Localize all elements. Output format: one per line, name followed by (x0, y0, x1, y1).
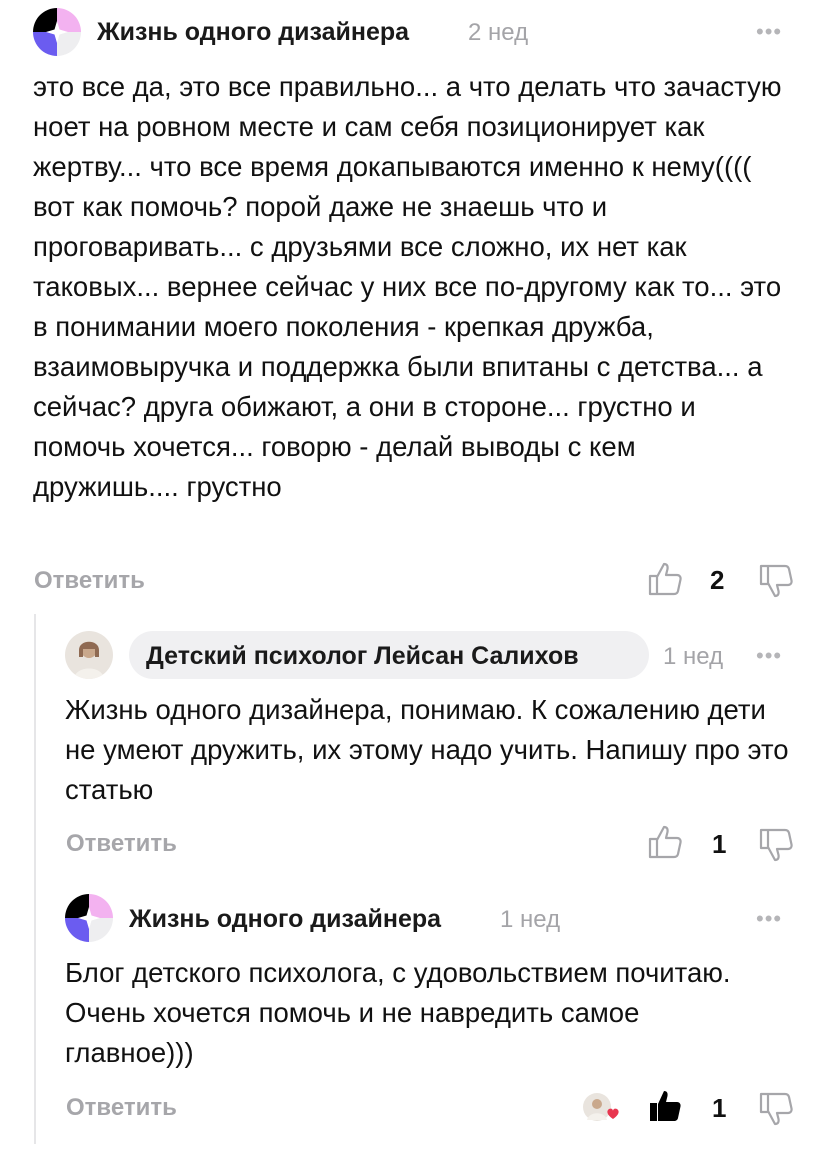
comment-time: 1 нед (663, 643, 724, 670)
like-icon[interactable] (646, 560, 684, 598)
comment-time: 2 нед (468, 19, 529, 46)
brand-logo-icon (33, 8, 81, 56)
author-name[interactable]: Жизнь одного дизайнера (97, 18, 409, 47)
thread-line (34, 614, 36, 1144)
author-avatar[interactable] (65, 894, 113, 942)
comment-text: Блог детского психолога, с удовольствием… (65, 957, 731, 1068)
user-photo-icon (65, 631, 113, 679)
comment-time: 1 нед (500, 906, 561, 933)
author-name[interactable]: Жизнь одного дизайнера (129, 905, 441, 934)
comment-text: это все да, это все правильно... а что д… (33, 71, 782, 502)
dislike-icon[interactable] (757, 1090, 795, 1128)
like-count: 2 (710, 565, 725, 595)
author-name[interactable]: Детский психолог Лейсан Салихов (146, 642, 579, 671)
reply-button[interactable]: Ответить (34, 567, 145, 595)
brand-logo-icon (65, 894, 113, 942)
comment-text: Жизнь одного дизайнера, понимаю. К сожал… (65, 694, 789, 805)
like-filled-icon[interactable] (646, 1087, 684, 1125)
more-options-icon[interactable]: ••• (756, 643, 782, 669)
author-avatar[interactable] (33, 8, 81, 56)
like-count: 1 (712, 1093, 727, 1123)
dislike-icon[interactable] (757, 562, 795, 600)
like-icon[interactable] (646, 823, 684, 861)
dislike-icon[interactable] (757, 826, 795, 864)
more-options-icon[interactable]: ••• (756, 906, 782, 932)
like-count: 1 (712, 829, 727, 859)
reply-button[interactable]: Ответить (66, 830, 177, 858)
author-avatar[interactable] (65, 631, 113, 679)
reply-button[interactable]: Ответить (66, 1094, 177, 1122)
more-options-icon[interactable]: ••• (756, 19, 782, 45)
liked-by-author-badge (582, 1090, 622, 1124)
liker-avatar-icon (583, 1093, 619, 1121)
